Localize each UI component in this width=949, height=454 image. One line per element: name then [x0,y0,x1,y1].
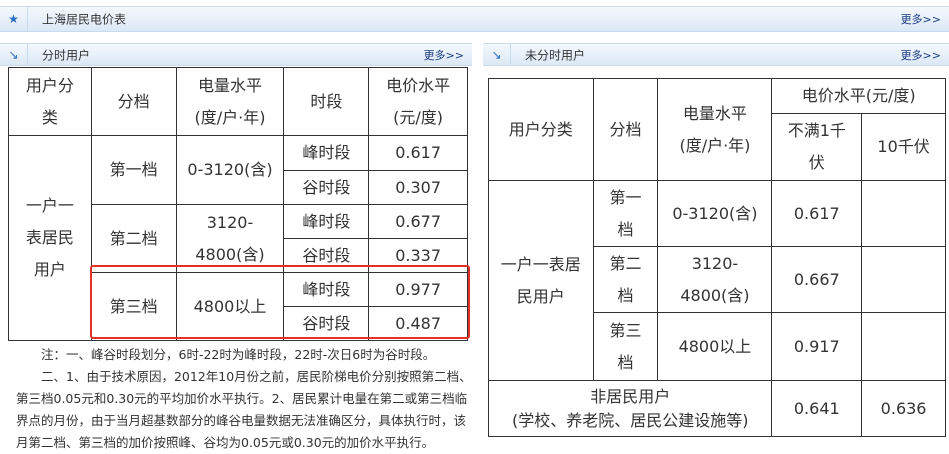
price-10kv-cell [861,180,946,247]
price-10kv-cell: 0.636 [861,380,946,437]
main-header: ★ 上海居民电价表 更多>> [0,6,949,32]
header-tier: 分档 [592,78,659,181]
range-cell: 4800以上 [657,312,773,381]
left-panel-header: ↘ 分时用户 更多>> [0,43,472,66]
more-link[interactable]: 更多>> [901,47,941,63]
non-time-of-use-table: 用户分类 分档 电量水平(度/户·年) 电价水平(元/度) 不满1千伏 10千伏… [487,78,946,437]
price-10kv-cell [861,246,946,313]
nonres-cell: 非居民用户 (学校、养老院、居民公建设施等) [487,380,773,437]
highlight-box [90,265,470,339]
period-cell: 谷时段 [283,170,370,205]
tier-cell: 第三档 [592,312,659,381]
header-lt1kv: 不满1千伏 [771,113,863,181]
nonres-label: 非居民用户 [590,386,671,406]
header-category: 用户分类 [8,67,92,136]
header-category: 用户分类 [488,78,594,181]
price-cell: 0.307 [368,170,468,205]
header-price: 电价水平(元/度) [368,67,468,136]
period-cell: 峰时段 [283,135,370,171]
price-cell: 0.617 [368,135,468,171]
tier-cell: 第一档 [592,180,659,247]
header-price: 电价水平(元/度) [771,78,946,114]
range-cell: 3120-4800(含) [657,246,773,313]
category-cell: 一户一表居民用户 [488,180,594,381]
more-link[interactable]: 更多>> [901,11,941,27]
notes: 注：一、峰谷时段划分，6时-22时为峰时段，22时-次日6时为谷时段。 二、1、… [16,344,472,454]
range-cell: 0-3120(含) [175,135,285,205]
tier-cell: 第二档 [592,246,659,313]
tier-cell: 第一档 [90,135,177,205]
range-cell: 0-3120(含) [657,180,773,247]
header-10kv: 10千伏 [861,113,946,181]
category-cell: 一户一表居民用户 [8,135,92,341]
price-cell: 0.667 [771,246,863,313]
arrow-icon: ↘ [0,44,28,65]
header-tier: 分档 [90,67,177,136]
page-title: 上海居民电价表 [42,12,127,27]
range-cell: 3120-4800(含) [175,204,285,273]
star-icon: ★ [0,7,28,31]
price-cell: 0.641 [771,380,863,437]
header-usage: 电量水平(度/户·年) [657,78,773,181]
price-cell: 0.917 [771,312,863,381]
more-link[interactable]: 更多>> [424,47,464,63]
price-10kv-cell [861,312,946,381]
nonres-sub: (学校、养老院、居民公建设施等) [511,410,749,430]
arrow-icon: ↘ [483,44,511,65]
header-usage: 电量水平(度/户·年) [175,67,285,136]
note-line: 注：一、峰谷时段划分，6时-22时为峰时段，22时-次日6时为谷时段。 [41,347,436,362]
panel-title: 分时用户 [42,48,91,62]
tier-cell: 第二档 [90,204,177,273]
right-panel-header: ↘ 未分时用户 更多>> [483,43,949,66]
price-cell: 0.617 [771,180,863,247]
period-cell: 峰时段 [283,204,370,239]
note-line: 二、1、由于技术原因，2012年10月份之前，居民阶梯电价分别按照第二档、第三档… [16,369,472,450]
price-cell: 0.677 [368,204,468,239]
header-period: 时段 [283,67,370,136]
panel-title: 未分时用户 [525,48,586,62]
